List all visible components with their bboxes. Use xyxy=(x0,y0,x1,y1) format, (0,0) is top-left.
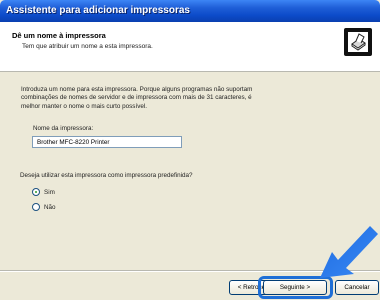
instruction-text: Introduza um nome para esta impressora. … xyxy=(21,86,301,111)
header-subtitle: Tem que atribuir um nome a esta impresso… xyxy=(22,43,153,50)
radio-option-nao[interactable]: Não xyxy=(32,203,56,211)
radio-selected-icon[interactable] xyxy=(32,188,40,196)
printer-name-label: Nome da impressora: xyxy=(33,125,94,132)
instruction-line: Introduza um nome para esta impressora. … xyxy=(21,86,253,93)
radio-unselected-icon[interactable] xyxy=(32,203,40,211)
wizard-window: Assistente para adicionar impressoras Dê… xyxy=(0,0,380,300)
printer-icon xyxy=(344,28,372,56)
title-bar[interactable]: Assistente para adicionar impressoras xyxy=(0,0,380,22)
radio-label-sim: Sim xyxy=(44,188,55,196)
cancel-button[interactable]: Cancelar xyxy=(335,280,379,295)
instruction-line: combinações de nomes de servidor e de im… xyxy=(21,94,252,102)
pointer-arrow-icon xyxy=(320,226,378,278)
radio-label-nao: Não xyxy=(44,203,56,211)
default-printer-question: Deseja utilizar esta impressora como imp… xyxy=(20,172,193,179)
window-title: Assistente para adicionar impressoras xyxy=(6,5,190,16)
instruction-line: melhor manter o nome o mais curto possív… xyxy=(21,102,147,110)
printer-name-input[interactable]: Brother MFC-8220 Printer xyxy=(32,136,182,148)
header-title: Dê um nome à impressora xyxy=(12,31,106,40)
wizard-header: Dê um nome à impressora Tem que atribuir… xyxy=(0,22,380,72)
radio-option-sim[interactable]: Sim xyxy=(32,188,55,196)
